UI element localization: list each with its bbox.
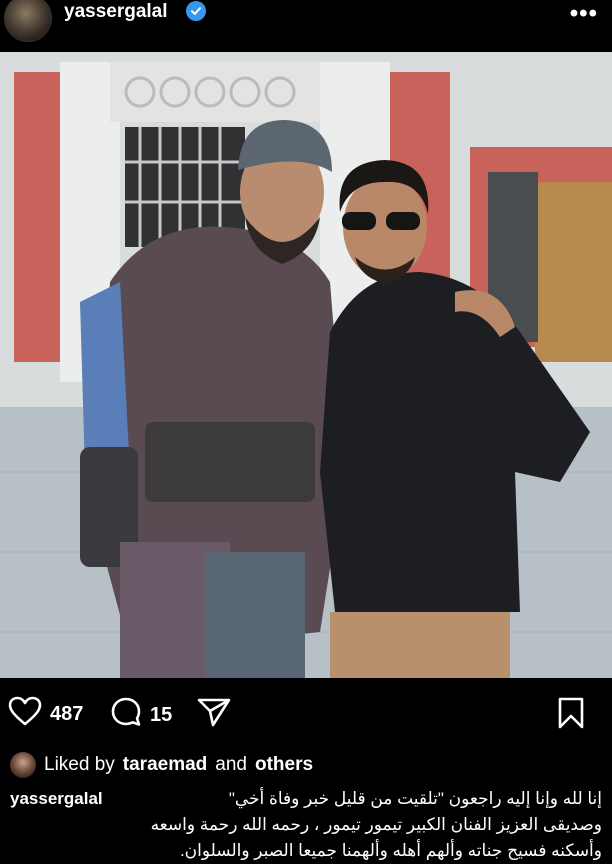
comments-count: 15 xyxy=(150,703,173,726)
caption-line-1: yassergalal إنا لله وإنا إليه راجعون "تل… xyxy=(10,786,602,812)
likes-count: 487 xyxy=(50,702,84,725)
save-group xyxy=(556,696,586,736)
caption-line-3: وأسكنه فسيح جناته وألهم أهله وألهمنا جمي… xyxy=(179,841,602,860)
post-caption: yassergalal إنا لله وإنا إليه راجعون "تل… xyxy=(10,786,602,864)
bookmark-icon[interactable] xyxy=(556,696,586,736)
comment-icon[interactable] xyxy=(110,696,142,734)
username-link[interactable]: yassergalal xyxy=(64,1,168,23)
liked-by-prefix: Liked by xyxy=(44,754,115,775)
like-group: 487 xyxy=(8,696,83,732)
post-photo-illustration xyxy=(0,52,612,678)
action-bar: 487 15 xyxy=(0,690,612,738)
post-header: yassergalal ••• xyxy=(0,0,612,42)
more-options-icon[interactable]: ••• xyxy=(570,0,598,28)
liked-by-row: Liked by taraemad and others xyxy=(10,750,313,780)
verified-badge-icon xyxy=(186,1,206,21)
share-icon[interactable] xyxy=(196,696,232,734)
post-image[interactable] xyxy=(0,52,612,678)
caption-username[interactable]: yassergalal xyxy=(10,786,103,812)
liked-by-others[interactable]: others xyxy=(255,754,313,776)
heart-icon[interactable] xyxy=(8,696,42,732)
liker-avatar[interactable] xyxy=(10,752,36,778)
liked-by-and: and xyxy=(215,754,247,775)
user-avatar[interactable] xyxy=(4,0,52,42)
comment-group: 15 xyxy=(110,696,172,734)
caption-text-1: إنا لله وإنا إليه راجعون "تلقيت من قليل … xyxy=(228,789,602,808)
caption-line-2: وصديقى العزيز الفنان الكبير تيمور تيمور … xyxy=(150,815,602,834)
liker-username[interactable]: taraemad xyxy=(123,754,208,776)
share-group xyxy=(196,696,232,734)
